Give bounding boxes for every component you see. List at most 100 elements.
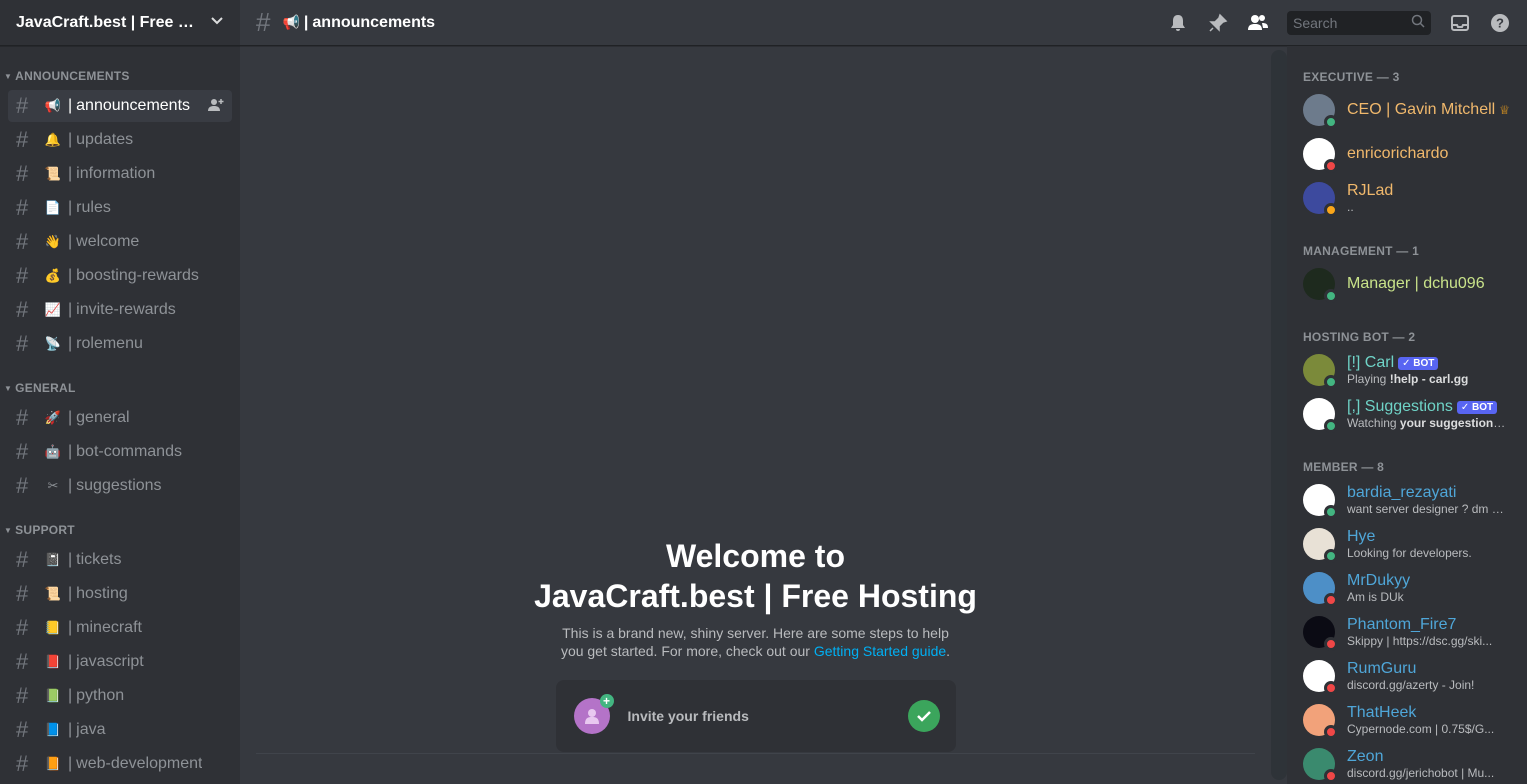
scrollbar-track[interactable] (1271, 50, 1287, 780)
member-item[interactable]: CEO | Gavin Mitchell ♕ (1295, 88, 1519, 132)
channel-emoji-icon: 🚀 (44, 410, 62, 425)
separator: | (68, 131, 73, 148)
channel-item-boosting-rewards[interactable]: # 💰 | boosting-rewards (8, 260, 232, 292)
channel-item-hosting[interactable]: # 📜 | hosting (8, 578, 232, 610)
hash-icon: # (16, 161, 29, 186)
member-item[interactable]: MrDukyy Am is DUk (1295, 566, 1519, 610)
channel-item-information[interactable]: # 📜 | information (8, 158, 232, 190)
channel-item-suggestions[interactable]: # ✂ | suggestions (8, 470, 232, 502)
separator: | (68, 755, 73, 772)
hash-icon: # (16, 439, 29, 464)
status-indicator (1324, 725, 1338, 739)
bot-badge: ✓ BOT (1398, 356, 1439, 370)
member-group-title: MEMBER — 8 (1303, 460, 1385, 474)
channel-item-web-development[interactable]: # 📙 | web-development (8, 748, 232, 780)
message-divider (256, 753, 1255, 754)
members-icon[interactable] (1247, 12, 1269, 34)
channel-item-rolemenu[interactable]: # 📡 | rolemenu (8, 328, 232, 360)
avatar (1303, 572, 1338, 607)
chat-area: Welcome to JavaCraft.best | Free Hosting… (240, 46, 1271, 784)
category-general[interactable]: ▼ GENERAL (0, 376, 232, 400)
channel-item-javascript[interactable]: # 📕 | javascript (8, 646, 232, 678)
welcome-title: Welcome to JavaCraft.best | Free Hosting (534, 536, 977, 616)
channel-item-welcome[interactable]: # 👋 | welcome (8, 226, 232, 258)
separator: | (68, 477, 73, 494)
separator: | (68, 721, 73, 738)
avatar (1303, 182, 1338, 217)
channel-item-announcements[interactable]: # 📢 | announcements (8, 90, 232, 122)
member-item[interactable]: Phantom_Fire7 Skippy | https://dsc.gg/ski… (1295, 610, 1519, 654)
channel-emoji-icon: 📒 (44, 620, 62, 635)
member-item[interactable]: ThatHeek Cypernode.com | 0.75$/G... (1295, 698, 1519, 742)
separator: | (68, 619, 73, 636)
bell-icon[interactable] (1167, 12, 1189, 34)
channel-item-updates[interactable]: # 🔔 | updates (8, 124, 232, 156)
member-item[interactable]: Hye Looking for developers. (1295, 522, 1519, 566)
member-item[interactable]: RumGuru discord.gg/azerty - Join! (1295, 654, 1519, 698)
main-area: # 📢 | announcements Search ? Welcome to … (240, 0, 1527, 784)
member-name: ThatHeek (1347, 704, 1417, 721)
getting-started-link[interactable]: Getting Started guide (814, 643, 946, 659)
checkmark-icon (907, 700, 940, 732)
member-item[interactable]: [!] Carl ✓ BOT Playing !help - carl.gg (1295, 348, 1519, 392)
channel-item-tickets[interactable]: # 📓 | tickets (8, 544, 232, 576)
status-indicator (1324, 637, 1338, 651)
member-group-title: HOSTING BOT — 2 (1303, 330, 1416, 344)
member-activity: Looking for developers. (1347, 546, 1472, 560)
separator: | (68, 165, 73, 182)
member-item[interactable]: RJLad.. (1295, 176, 1519, 220)
channel-item-java[interactable]: # 📘 | java (8, 714, 232, 746)
plus-icon: + (599, 694, 614, 708)
member-item[interactable]: [,] Suggestions ✓ BOT Watching your sugges… (1295, 392, 1519, 436)
server-header[interactable]: JavaCraft.best | Free Hos... (0, 0, 240, 46)
member-item[interactable]: Zeon discord.gg/jerichobot | Mu... (1295, 742, 1519, 784)
category-announcements[interactable]: ▼ ANNOUNCEMENTS (0, 64, 232, 88)
status-indicator (1324, 769, 1338, 783)
channel-item-minecraft[interactable]: # 📒 | minecraft (8, 612, 232, 644)
channel-item-python[interactable]: # 📗 | python (8, 680, 232, 712)
channel-name: announcements (312, 13, 436, 31)
inbox-icon[interactable] (1449, 12, 1471, 34)
channel-label: updates (76, 131, 134, 148)
hash-icon: # (16, 229, 29, 254)
channel-item-bot-commands[interactable]: # 🤖 | bot-commands (8, 436, 232, 468)
avatar (1303, 616, 1338, 651)
channel-label: announcements (76, 97, 191, 114)
channel-sidebar: JavaCraft.best | Free Hos... ▼ ANNOUNCEME… (0, 0, 240, 784)
invite-friends-card[interactable]: + Invite your friends (555, 680, 956, 752)
member-name: [!] Carl ✓ BOT (1347, 354, 1468, 372)
channel-list: ▼ ANNOUNCEMENTS # 📢 | announcements # 🔔 | updates… (0, 46, 240, 782)
member-activity: Playing !help - carl.gg (1347, 372, 1469, 386)
member-item[interactable]: bardia_rezayati want server designer ? dm… (1295, 478, 1519, 522)
channel-item-invite-rewards[interactable]: # 📈 | invite-rewards (8, 294, 232, 326)
help-icon[interactable]: ? (1489, 12, 1511, 34)
member-list: EXECUTIVE — 3 CEO | Gavin Mitchell ♕ enrico… (1287, 46, 1527, 784)
hash-icon: # (16, 751, 29, 776)
chevron-down-icon[interactable] (210, 14, 224, 31)
welcome-title-line2: JavaCraft.best | Free Hosting (534, 578, 977, 614)
channel-item-general[interactable]: # 🚀 | general (8, 402, 232, 434)
hash-icon: # (16, 195, 29, 220)
member-item[interactable]: Manager | dchu096 (1295, 262, 1519, 306)
member-name: CEO | Gavin Mitchell ♕ (1347, 101, 1510, 118)
channel-label: tickets (76, 551, 122, 568)
pin-icon[interactable] (1207, 12, 1229, 34)
channel-emoji-icon: 📕 (44, 654, 62, 669)
member-group-title: EXECUTIVE — 3 (1303, 70, 1400, 84)
channel-label: javascript (76, 653, 144, 670)
avatar (1303, 94, 1338, 129)
search-icon (1411, 14, 1425, 31)
category-support[interactable]: ▼ SUPPORT (0, 518, 232, 542)
avatar (1303, 354, 1338, 389)
member-name: [,] Suggestions ✓ BOT (1347, 398, 1511, 416)
separator: | (68, 551, 73, 568)
status-indicator (1324, 203, 1338, 217)
channel-item-rules[interactable]: # 📄 | rules (8, 192, 232, 224)
member-item[interactable]: enricorichardo (1295, 132, 1519, 176)
welcome-text: This is a brand new, shiny server. Here … (556, 624, 956, 660)
separator: | (68, 267, 73, 284)
channel-title: 📢 | announcements (282, 13, 436, 31)
search-input[interactable]: Search (1287, 10, 1431, 35)
channel-emoji-icon: 📈 (44, 302, 62, 317)
add-member-icon[interactable] (208, 98, 224, 115)
